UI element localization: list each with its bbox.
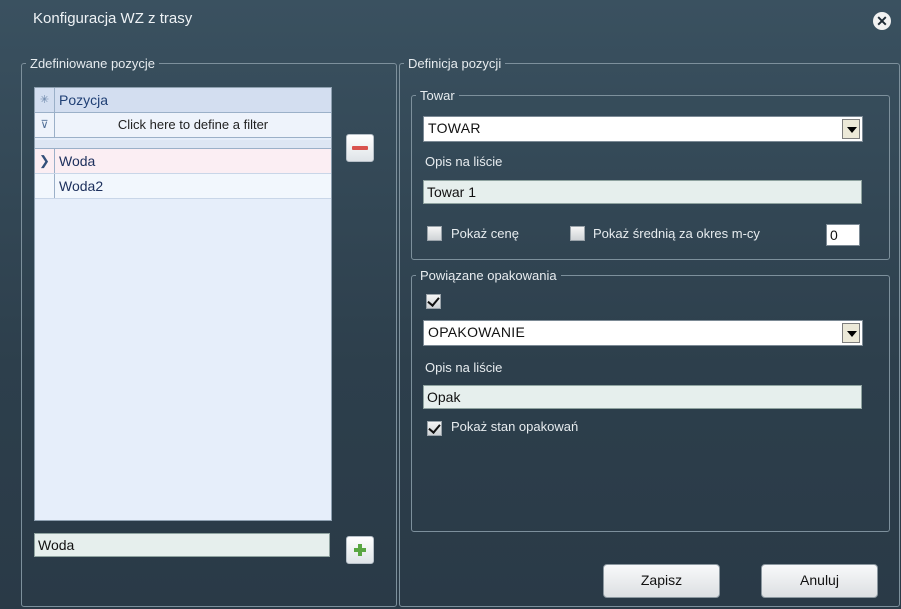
positions-grid: ✳ Pozycja ⊽ Click here to define a filte… <box>34 87 332 521</box>
table-row[interactable]: ❯ Woda <box>35 149 331 174</box>
title-bar: Konfiguracja WZ z trasy ✕ <box>0 0 901 40</box>
grid-settings-icon[interactable]: ✳ <box>35 88 55 112</box>
chevron-down-icon[interactable] <box>842 119 860 139</box>
defined-positions-legend: Zdefiniowane pozycje <box>30 56 156 71</box>
position-definition-legend: Definicja pozycji <box>408 56 502 71</box>
packaging-description-input[interactable]: Opak <box>423 385 862 409</box>
show-average-checkbox[interactable] <box>570 226 585 241</box>
filter-icon: ⊽ <box>35 113 55 137</box>
towar-description-label: Opis na liście <box>425 154 503 169</box>
new-position-input[interactable]: Woda <box>34 533 330 557</box>
show-price-label: Pokaż cenę <box>451 226 519 241</box>
filter-row[interactable]: ⊽ Click here to define a filter <box>35 113 331 138</box>
packaging-select[interactable]: OPAKOWANIE <box>423 320 863 346</box>
add-position-button[interactable] <box>346 536 374 564</box>
show-packaging-stock-label: Pokaż stan opakowań <box>451 419 579 434</box>
filter-prompt[interactable]: Click here to define a filter <box>55 117 331 132</box>
column-header-pozycja[interactable]: Pozycja <box>59 92 108 108</box>
dialog-window: Konfiguracja WZ z trasy ✕ Zdefiniowane p… <box>0 0 901 609</box>
minus-icon <box>352 146 368 150</box>
plus-icon-vertical <box>358 544 362 556</box>
average-period-input[interactable]: 0 <box>826 224 860 246</box>
grid-header: ✳ Pozycja <box>35 88 331 113</box>
packaging-enabled-checkbox[interactable] <box>426 294 441 309</box>
packaging-legend: Powiązane opakowania <box>420 268 557 283</box>
row-label[interactable]: Woda <box>59 153 95 169</box>
towar-legend: Towar <box>420 88 455 103</box>
packaging-select-value: OPAKOWANIE <box>428 324 526 340</box>
row-indicator <box>35 174 55 198</box>
save-button[interactable]: Zapisz <box>603 564 720 598</box>
chevron-down-icon[interactable] <box>842 323 860 343</box>
towar-select-value: TOWAR <box>428 120 481 136</box>
grid-separator <box>35 140 331 149</box>
row-indicator-icon: ❯ <box>35 149 55 173</box>
towar-description-input[interactable]: Towar 1 <box>423 180 862 204</box>
packaging-description-label: Opis na liście <box>425 360 503 375</box>
table-row[interactable]: Woda2 <box>35 174 331 199</box>
cancel-button[interactable]: Anuluj <box>761 564 878 598</box>
window-title: Konfiguracja WZ z trasy <box>33 10 193 27</box>
remove-position-button[interactable] <box>346 134 374 162</box>
towar-select[interactable]: TOWAR <box>423 116 863 142</box>
show-price-checkbox[interactable] <box>427 226 442 241</box>
close-icon[interactable]: ✕ <box>873 12 891 30</box>
show-packaging-stock-checkbox[interactable] <box>427 421 442 436</box>
show-average-label: Pokaż średnią za okres m-cy <box>593 226 760 241</box>
row-label[interactable]: Woda2 <box>59 178 103 194</box>
